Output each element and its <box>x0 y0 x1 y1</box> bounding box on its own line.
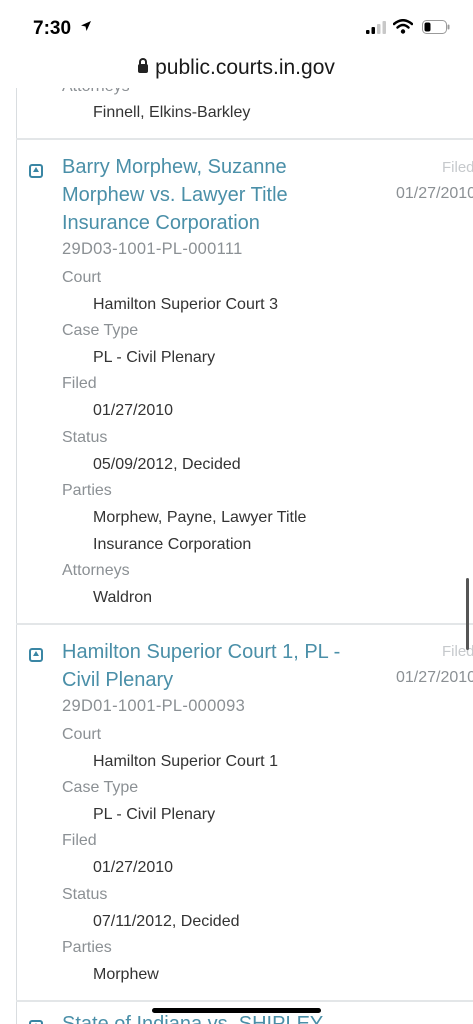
field-label-court: Court <box>62 269 102 286</box>
case-number: 29D01-1001-PL-000093 <box>62 697 246 715</box>
results-left-border <box>16 88 17 1024</box>
field-value-parties: Morphew, Payne, Lawyer Title <box>93 509 307 526</box>
field-label-status: Status <box>62 429 108 446</box>
field-value-case-type: PL - Civil Plenary <box>93 806 216 823</box>
divider <box>16 623 473 625</box>
url-text: public.courts.in.gov <box>155 56 335 79</box>
field-value-attorneys: Finnell, Elkins-Barkley <box>93 104 251 121</box>
case-title-link[interactable]: Barry Morphew, Suzanne Morphew vs. Lawye… <box>62 153 382 237</box>
divider <box>16 1000 473 1002</box>
case-title-line: Barry Morphew, Suzanne <box>62 156 287 178</box>
field-label-filed: Filed <box>62 375 97 392</box>
location-arrow-icon <box>81 21 91 31</box>
field-label-parties: Parties <box>62 939 112 956</box>
status-time: 7:30 <box>33 18 72 39</box>
collapse-toggle-icon[interactable] <box>29 164 43 178</box>
case-title-link[interactable]: State of Indiana vs. SHIPLEY <box>62 1013 323 1024</box>
battery-icon <box>422 20 450 34</box>
field-label-attorneys: Attorneys <box>62 562 130 579</box>
case-title-line: Morphew vs. Lawyer Title <box>62 184 288 206</box>
case-number: 29D03-1001-PL-000111 <box>62 240 243 258</box>
cellular-signal-icon <box>366 21 386 34</box>
case-title-link[interactable]: Hamilton Superior Court 1, PL - Civil Pl… <box>62 638 382 694</box>
field-value-filed: 01/27/2010 <box>93 859 174 876</box>
field-label-status: Status <box>62 886 108 903</box>
field-label-filed: Filed <box>62 832 97 849</box>
filed-column-label: Filed <box>442 159 473 176</box>
field-value-case-type: PL - Civil Plenary <box>93 349 216 366</box>
wifi-icon <box>393 19 413 34</box>
url-display[interactable]: public.courts.in.gov <box>0 56 473 80</box>
divider <box>16 138 473 140</box>
case-title-line: Hamilton Superior Court 1, PL - <box>62 641 341 663</box>
field-label-attorneys: Attorneys <box>62 88 130 96</box>
collapse-toggle-icon[interactable] <box>29 648 43 662</box>
field-value-status: 05/09/2012, Decided <box>93 456 241 473</box>
lock-icon <box>138 58 149 73</box>
field-value-court: Hamilton Superior Court 1 <box>93 753 278 770</box>
field-value-court: Hamilton Superior Court 3 <box>93 296 278 313</box>
collapse-toggle-icon[interactable] <box>29 1020 43 1024</box>
field-label-court: Court <box>62 726 102 743</box>
field-value-status: 07/11/2012, Decided <box>93 913 240 930</box>
field-label-case-type: Case Type <box>62 322 139 339</box>
field-label-parties: Parties <box>62 482 112 499</box>
field-value-attorneys: Waldron <box>93 589 152 606</box>
field-value-parties: Morphew <box>93 966 159 983</box>
filed-column-date: 01/27/2010 <box>396 669 473 686</box>
case-title-line: Civil Plenary <box>62 669 174 691</box>
case-title-line: Insurance Corporation <box>62 212 260 234</box>
field-value-parties: Insurance Corporation <box>93 536 252 553</box>
status-bar: 7:30 <box>0 0 473 54</box>
address-bar[interactable]: public.courts.in.gov <box>0 54 473 88</box>
scrollbar-thumb[interactable] <box>466 578 469 650</box>
search-results[interactable]: Attorneys Finnell, Elkins-Barkley Barry … <box>0 88 473 1024</box>
field-label-case-type: Case Type <box>62 779 139 796</box>
home-indicator[interactable] <box>152 1008 321 1013</box>
field-value-filed: 01/27/2010 <box>93 402 174 419</box>
filed-column-date: 01/27/2010 <box>396 185 473 202</box>
